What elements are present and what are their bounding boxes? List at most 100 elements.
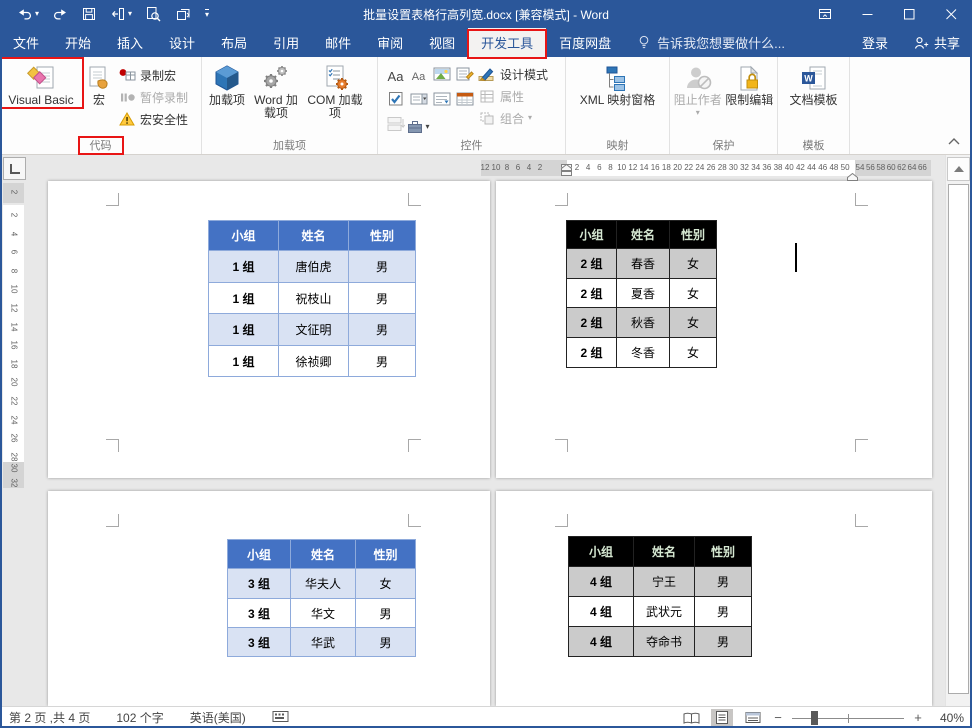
customize-qat-button[interactable]: ▾: [205, 9, 209, 19]
share-button[interactable]: 共享: [902, 33, 972, 52]
table-header-cell[interactable]: 小组: [228, 540, 291, 569]
read-mode-button[interactable]: [680, 709, 702, 727]
table-header-cell[interactable]: 姓名: [279, 221, 349, 251]
table-cell[interactable]: 4 组: [569, 627, 634, 657]
table-cell[interactable]: 2 组: [567, 308, 617, 338]
table-cell[interactable]: 唐伯虎: [279, 251, 349, 283]
table-cell[interactable]: 女: [356, 569, 416, 599]
vertical-ruler[interactable]: 22468101214161820222426283032: [3, 181, 24, 706]
page-indicator[interactable]: 第 2 页 ,共 4 页: [9, 709, 90, 726]
table-cell[interactable]: 夺命书: [634, 627, 695, 657]
table-cell[interactable]: 男: [349, 283, 416, 314]
table-cell[interactable]: 1 组: [209, 283, 279, 314]
table-header-cell[interactable]: 性别: [670, 221, 717, 249]
redo-button[interactable]: [52, 6, 68, 22]
word-count[interactable]: 102 个字: [116, 709, 163, 726]
tab-design[interactable]: 设计: [156, 28, 208, 57]
table-cell[interactable]: 男: [356, 628, 416, 657]
repeating-section-control-button[interactable]: [387, 116, 405, 137]
tab-references[interactable]: 引用: [260, 28, 312, 57]
table-cell[interactable]: 徐祯卿: [279, 346, 349, 377]
table-cell[interactable]: 男: [695, 597, 752, 627]
switch-windows-button[interactable]: [175, 6, 192, 22]
table-cell[interactable]: 3 组: [228, 628, 291, 657]
table-header-cell[interactable]: 性别: [695, 537, 752, 567]
print-preview-button[interactable]: [145, 6, 162, 23]
design-mode-button[interactable]: 设计模式: [478, 65, 548, 83]
print-layout-button[interactable]: [711, 709, 733, 727]
date-picker-control-button[interactable]: [456, 91, 474, 112]
table-cell[interactable]: 男: [695, 627, 752, 657]
table-cell[interactable]: 秋香: [617, 308, 670, 338]
zoom-in-button[interactable]: +: [913, 710, 923, 725]
table-cell[interactable]: 男: [695, 567, 752, 597]
tab-insert[interactable]: 插入: [104, 28, 156, 57]
save-button[interactable]: [81, 6, 97, 22]
sign-in-button[interactable]: 登录: [848, 33, 902, 52]
undo-button[interactable]: ▾: [17, 6, 39, 22]
macros-button[interactable]: 宏: [80, 60, 118, 107]
previous-view-button[interactable]: ▾: [110, 6, 132, 22]
tab-view[interactable]: 视图: [416, 28, 468, 57]
table-header-cell[interactable]: 姓名: [291, 540, 356, 569]
table-cell[interactable]: 祝枝山: [279, 283, 349, 314]
close-button[interactable]: [930, 0, 972, 28]
vertical-scrollbar[interactable]: [945, 155, 970, 706]
right-indent-marker[interactable]: [847, 168, 858, 186]
table-cell[interactable]: 女: [670, 308, 717, 338]
tab-home[interactable]: 开始: [52, 28, 104, 57]
table-header-cell[interactable]: 小组: [209, 221, 279, 251]
table-cell[interactable]: 3 组: [228, 599, 291, 628]
rich-text-control-button[interactable]: Aa: [388, 69, 404, 84]
checkbox-control-button[interactable]: [388, 91, 404, 112]
table-cell[interactable]: 4 组: [569, 567, 634, 597]
table-cell[interactable]: 女: [670, 338, 717, 368]
block-authors-button[interactable]: 阻止作者 ▾: [672, 60, 724, 117]
table-cell[interactable]: 冬香: [617, 338, 670, 368]
zoom-slider[interactable]: [792, 710, 904, 726]
table-header-cell[interactable]: 小组: [569, 537, 634, 567]
document-page[interactable]: 小组姓名性别4 组宁王男4 组武状元男4 组夺命书男: [496, 491, 932, 706]
table-cell[interactable]: 武状元: [634, 597, 695, 627]
tab-layout[interactable]: 布局: [208, 28, 260, 57]
table-cell[interactable]: 女: [670, 249, 717, 279]
zoom-out-button[interactable]: −: [773, 710, 783, 725]
table-cell[interactable]: 华夫人: [291, 569, 356, 599]
addins-button[interactable]: 加载项: [204, 60, 250, 107]
zoom-level[interactable]: 40%: [932, 711, 964, 725]
table-header-cell[interactable]: 性别: [349, 221, 416, 251]
table-cell[interactable]: 男: [349, 251, 416, 283]
table-cell[interactable]: 春香: [617, 249, 670, 279]
table-cell[interactable]: 3 组: [228, 569, 291, 599]
picture-control-button[interactable]: [433, 66, 451, 87]
word-addins-button[interactable]: Word 加载项: [250, 60, 302, 120]
tab-baidu-netdisk[interactable]: 百度网盘: [546, 28, 624, 57]
building-block-gallery-button[interactable]: [456, 66, 474, 87]
table-cell[interactable]: 1 组: [209, 314, 279, 346]
dropdown-list-control-button[interactable]: [433, 91, 451, 112]
tab-developer[interactable]: 开发工具: [468, 28, 546, 57]
table-cell[interactable]: 2 组: [567, 338, 617, 368]
table-cell[interactable]: 宁王: [634, 567, 695, 597]
tab-stop-selector[interactable]: [3, 157, 26, 180]
table-cell[interactable]: 2 组: [567, 279, 617, 308]
table-header-cell[interactable]: 性别: [356, 540, 416, 569]
com-addins-button[interactable]: COM 加载项: [302, 60, 368, 120]
ime-mode-button[interactable]: [272, 710, 289, 726]
pause-recording-button[interactable]: 暂停录制: [118, 88, 188, 106]
table-cell[interactable]: 女: [670, 279, 717, 308]
document-page[interactable]: 小组姓名性别1 组唐伯虎男1 组祝枝山男1 组文征明男1 组徐祯卿男: [48, 181, 490, 478]
tab-file[interactable]: 文件: [0, 28, 52, 57]
combo-box-control-button[interactable]: [410, 91, 428, 112]
tab-mailings[interactable]: 邮件: [312, 28, 364, 57]
table-cell[interactable]: 2 组: [567, 249, 617, 279]
document-template-button[interactable]: W 文档模板: [782, 60, 846, 107]
table-cell[interactable]: 男: [349, 314, 416, 346]
scroll-up-button[interactable]: [947, 157, 970, 181]
table-header-cell[interactable]: 姓名: [634, 537, 695, 567]
document-page[interactable]: 小组姓名性别2 组春香女2 组夏香女2 组秋香女2 组冬香女: [496, 181, 932, 478]
table-cell[interactable]: 1 组: [209, 251, 279, 283]
table-cell[interactable]: 男: [349, 346, 416, 377]
record-macro-button[interactable]: 录制宏: [118, 66, 188, 84]
zoom-slider-thumb[interactable]: [811, 711, 818, 725]
